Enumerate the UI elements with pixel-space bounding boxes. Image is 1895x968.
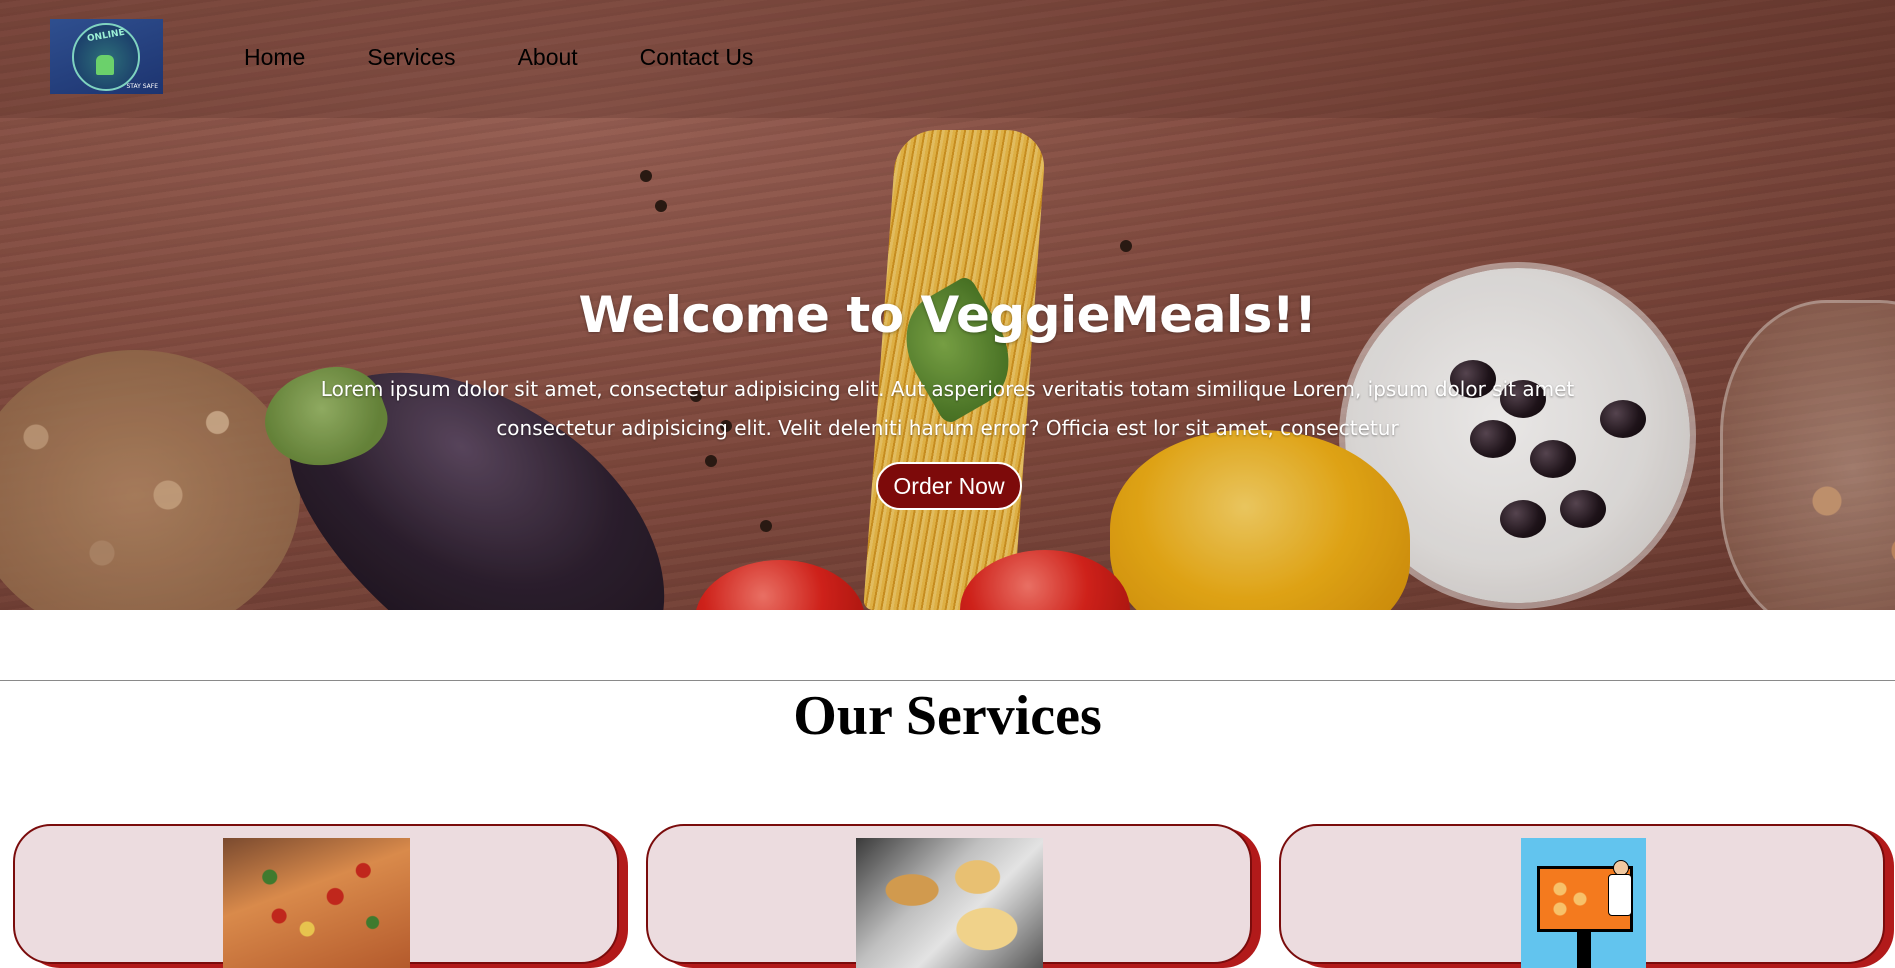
services-title: Our Services — [793, 685, 1102, 747]
service-card-2[interactable] — [646, 824, 1252, 968]
chef-body — [1608, 874, 1632, 916]
brand-logo[interactable]: ONLINE STAY SAFE — [50, 19, 163, 94]
chef-icon — [1605, 860, 1633, 930]
nav-link-services[interactable]: Services — [367, 41, 455, 73]
meal-platter-image — [856, 838, 1043, 968]
main-nav: Home Services About Contact Us — [244, 41, 815, 73]
menu-items-icon — [1550, 879, 1590, 919]
pizza-image — [223, 838, 410, 968]
top-navbar: ONLINE STAY SAFE Home Services About Con… — [0, 0, 1895, 118]
board-stand — [1577, 932, 1591, 968]
nav-link-home[interactable]: Home — [244, 41, 305, 73]
chef-menu-board-image — [1521, 838, 1646, 968]
hero-title: Welcome to VeggieMeals!! — [578, 286, 1317, 344]
delivery-scooter-icon — [96, 55, 114, 75]
hero-description: Lorem ipsum dolor sit amet, consectetur … — [320, 377, 1575, 440]
nav-link-about[interactable]: About — [518, 41, 578, 73]
service-card-1[interactable] — [13, 824, 619, 968]
nav-link-contact-us[interactable]: Contact Us — [640, 41, 754, 73]
order-now-button[interactable]: Order Now — [876, 462, 1022, 510]
service-card-3[interactable] — [1279, 824, 1885, 968]
hero-banner: ONLINE STAY SAFE Home Services About Con… — [0, 0, 1895, 610]
logo-badge: STAY SAFE — [126, 83, 159, 90]
